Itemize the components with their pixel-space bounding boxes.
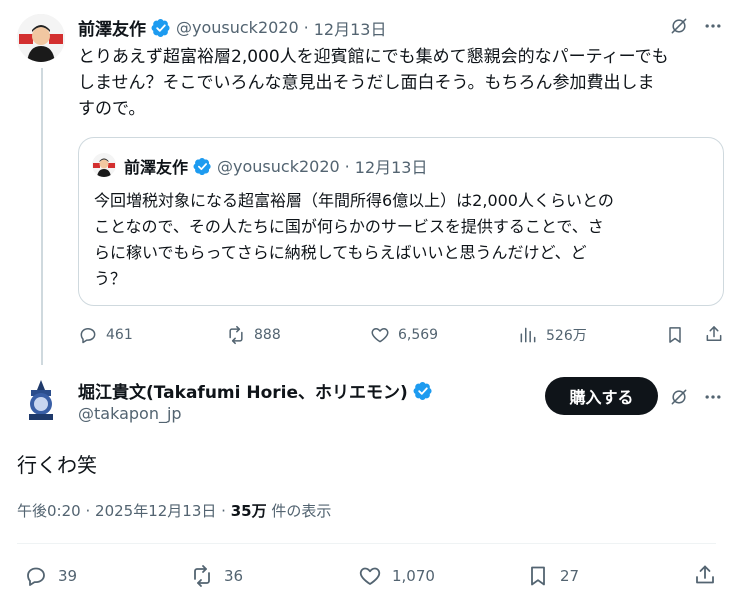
main-share-button[interactable] xyxy=(693,563,717,587)
view-count: 35万 xyxy=(230,502,267,520)
repost-icon xyxy=(194,565,210,587)
parent-bookmark-button[interactable] xyxy=(665,325,685,345)
separator-dot: · xyxy=(85,502,91,520)
thread-connector-line xyxy=(41,68,43,365)
views-count: 526万 xyxy=(546,328,587,344)
more-dots-icon xyxy=(705,24,721,28)
parent-avatar[interactable] xyxy=(17,14,65,62)
verified-badge-icon xyxy=(413,381,432,400)
separator-dot: · xyxy=(344,156,350,176)
main-reply-button[interactable]: 39 xyxy=(24,564,77,588)
main-author-row: 堀江貴文(Takafumi Horie、ホリエモン) xyxy=(78,378,433,403)
bookmark-icon xyxy=(531,566,545,586)
main-avatar[interactable] xyxy=(17,376,65,424)
quote-header: 前澤友作 @yousuck2020 · 12月13日 xyxy=(124,154,428,178)
repost-icon xyxy=(229,325,243,345)
like-count: 1,070 xyxy=(392,567,435,585)
view-label: 件の表示 xyxy=(271,502,332,520)
parent-more-button[interactable] xyxy=(703,16,723,36)
parent-header: 前澤友作 @yousuck2020 · 12月13日 xyxy=(78,15,386,40)
parent-text-line: とりあえず超富裕層2,000人を迎賓館にでも集めて懇親会的なパーティーでも xyxy=(78,47,669,67)
parent-like-button[interactable]: 6,569 xyxy=(370,325,438,345)
bookmark-count: 27 xyxy=(560,567,580,585)
main-author-handle[interactable]: @takapon_jp xyxy=(78,404,182,423)
main-repost-button[interactable]: 36 xyxy=(190,564,243,588)
verified-badge-icon xyxy=(193,157,211,175)
heart-icon xyxy=(359,567,381,585)
bookmark-icon xyxy=(669,327,681,343)
separator-dot: · xyxy=(303,18,309,37)
heart-icon xyxy=(371,328,389,343)
repost-count: 36 xyxy=(224,567,244,585)
grok-icon xyxy=(671,18,687,34)
quote-author-handle: @yousuck2020 xyxy=(217,156,340,176)
parent-text-line: すので。 xyxy=(78,99,146,119)
parent-tweet-text: とりあえず超富裕層2,000人を迎賓館にでも集めて懇親会的なパーティーでも しま… xyxy=(78,44,718,122)
tweet-time[interactable]: 午後0:20 xyxy=(17,502,81,520)
separator-dot: · xyxy=(221,502,226,520)
parent-repost-button[interactable]: 888 xyxy=(226,325,281,345)
grok-button[interactable] xyxy=(669,16,689,36)
quote-avatar xyxy=(92,153,116,177)
divider xyxy=(17,543,716,544)
parent-author-handle[interactable]: @yousuck2020 xyxy=(176,18,299,37)
reply-icon xyxy=(27,567,45,586)
share-icon xyxy=(706,326,722,341)
quote-text-line: う？ xyxy=(94,269,127,288)
quoted-tweet-card[interactable]: 前澤友作 @yousuck2020 · 12月13日 今回増税対象になる超富裕層… xyxy=(78,137,724,306)
quote-text-line: 今回増税対象になる超富裕層（年間所得6億以上）は2,000人くらいとの xyxy=(94,191,614,210)
tweet-meta: 午後0:20 · 2025年12月13日 · 35万 件の表示 xyxy=(17,500,331,521)
quote-author-name: 前澤友作 xyxy=(124,158,189,177)
parent-views-button[interactable]: 526万 xyxy=(518,325,587,345)
parent-text-line: しません？そこでいろんな意見出そうだし面白そう。もちろん参加費出しま xyxy=(78,73,655,93)
main-author-name[interactable]: 堀江貴文(Takafumi Horie、ホリエモン) xyxy=(78,378,408,403)
tweet-date[interactable]: 2025年12月13日 xyxy=(95,502,216,520)
main-like-button[interactable]: 1,070 xyxy=(358,564,435,588)
parent-reply-button[interactable]: 461 xyxy=(78,325,133,345)
parent-author-name[interactable]: 前澤友作 xyxy=(78,15,146,40)
quote-text: 今回増税対象になる超富裕層（年間所得6億以上）は2,000人くらいとの ことなの… xyxy=(94,188,719,292)
more-dots-icon xyxy=(705,395,721,399)
reply-count: 461 xyxy=(106,327,133,343)
quote-date: 12月13日 xyxy=(354,158,428,177)
main-more-button[interactable] xyxy=(703,387,723,407)
main-tweet-text: 行くわ笑 xyxy=(17,453,97,477)
main-bookmark-button[interactable]: 27 xyxy=(526,564,579,588)
grok-button[interactable] xyxy=(669,387,689,407)
parent-share-button[interactable] xyxy=(704,324,724,344)
verified-badge-icon xyxy=(151,18,170,37)
like-count: 6,569 xyxy=(398,327,439,343)
buy-button[interactable]: 購入する xyxy=(545,377,658,415)
share-icon xyxy=(696,565,714,584)
quote-text-line: らに稼いでもらってさらに納税してもらえばいいと思うんだけど、ど xyxy=(94,243,587,262)
reply-count: 39 xyxy=(58,567,78,585)
parent-date[interactable]: 12月13日 xyxy=(314,16,387,40)
repost-count: 888 xyxy=(254,327,281,343)
quote-text-line: ことなので、その人たちに国が何らかのサービスを提供することで、さ xyxy=(94,217,604,236)
views-chart-icon xyxy=(520,327,536,343)
grok-icon xyxy=(671,389,687,405)
reply-icon xyxy=(80,328,96,344)
